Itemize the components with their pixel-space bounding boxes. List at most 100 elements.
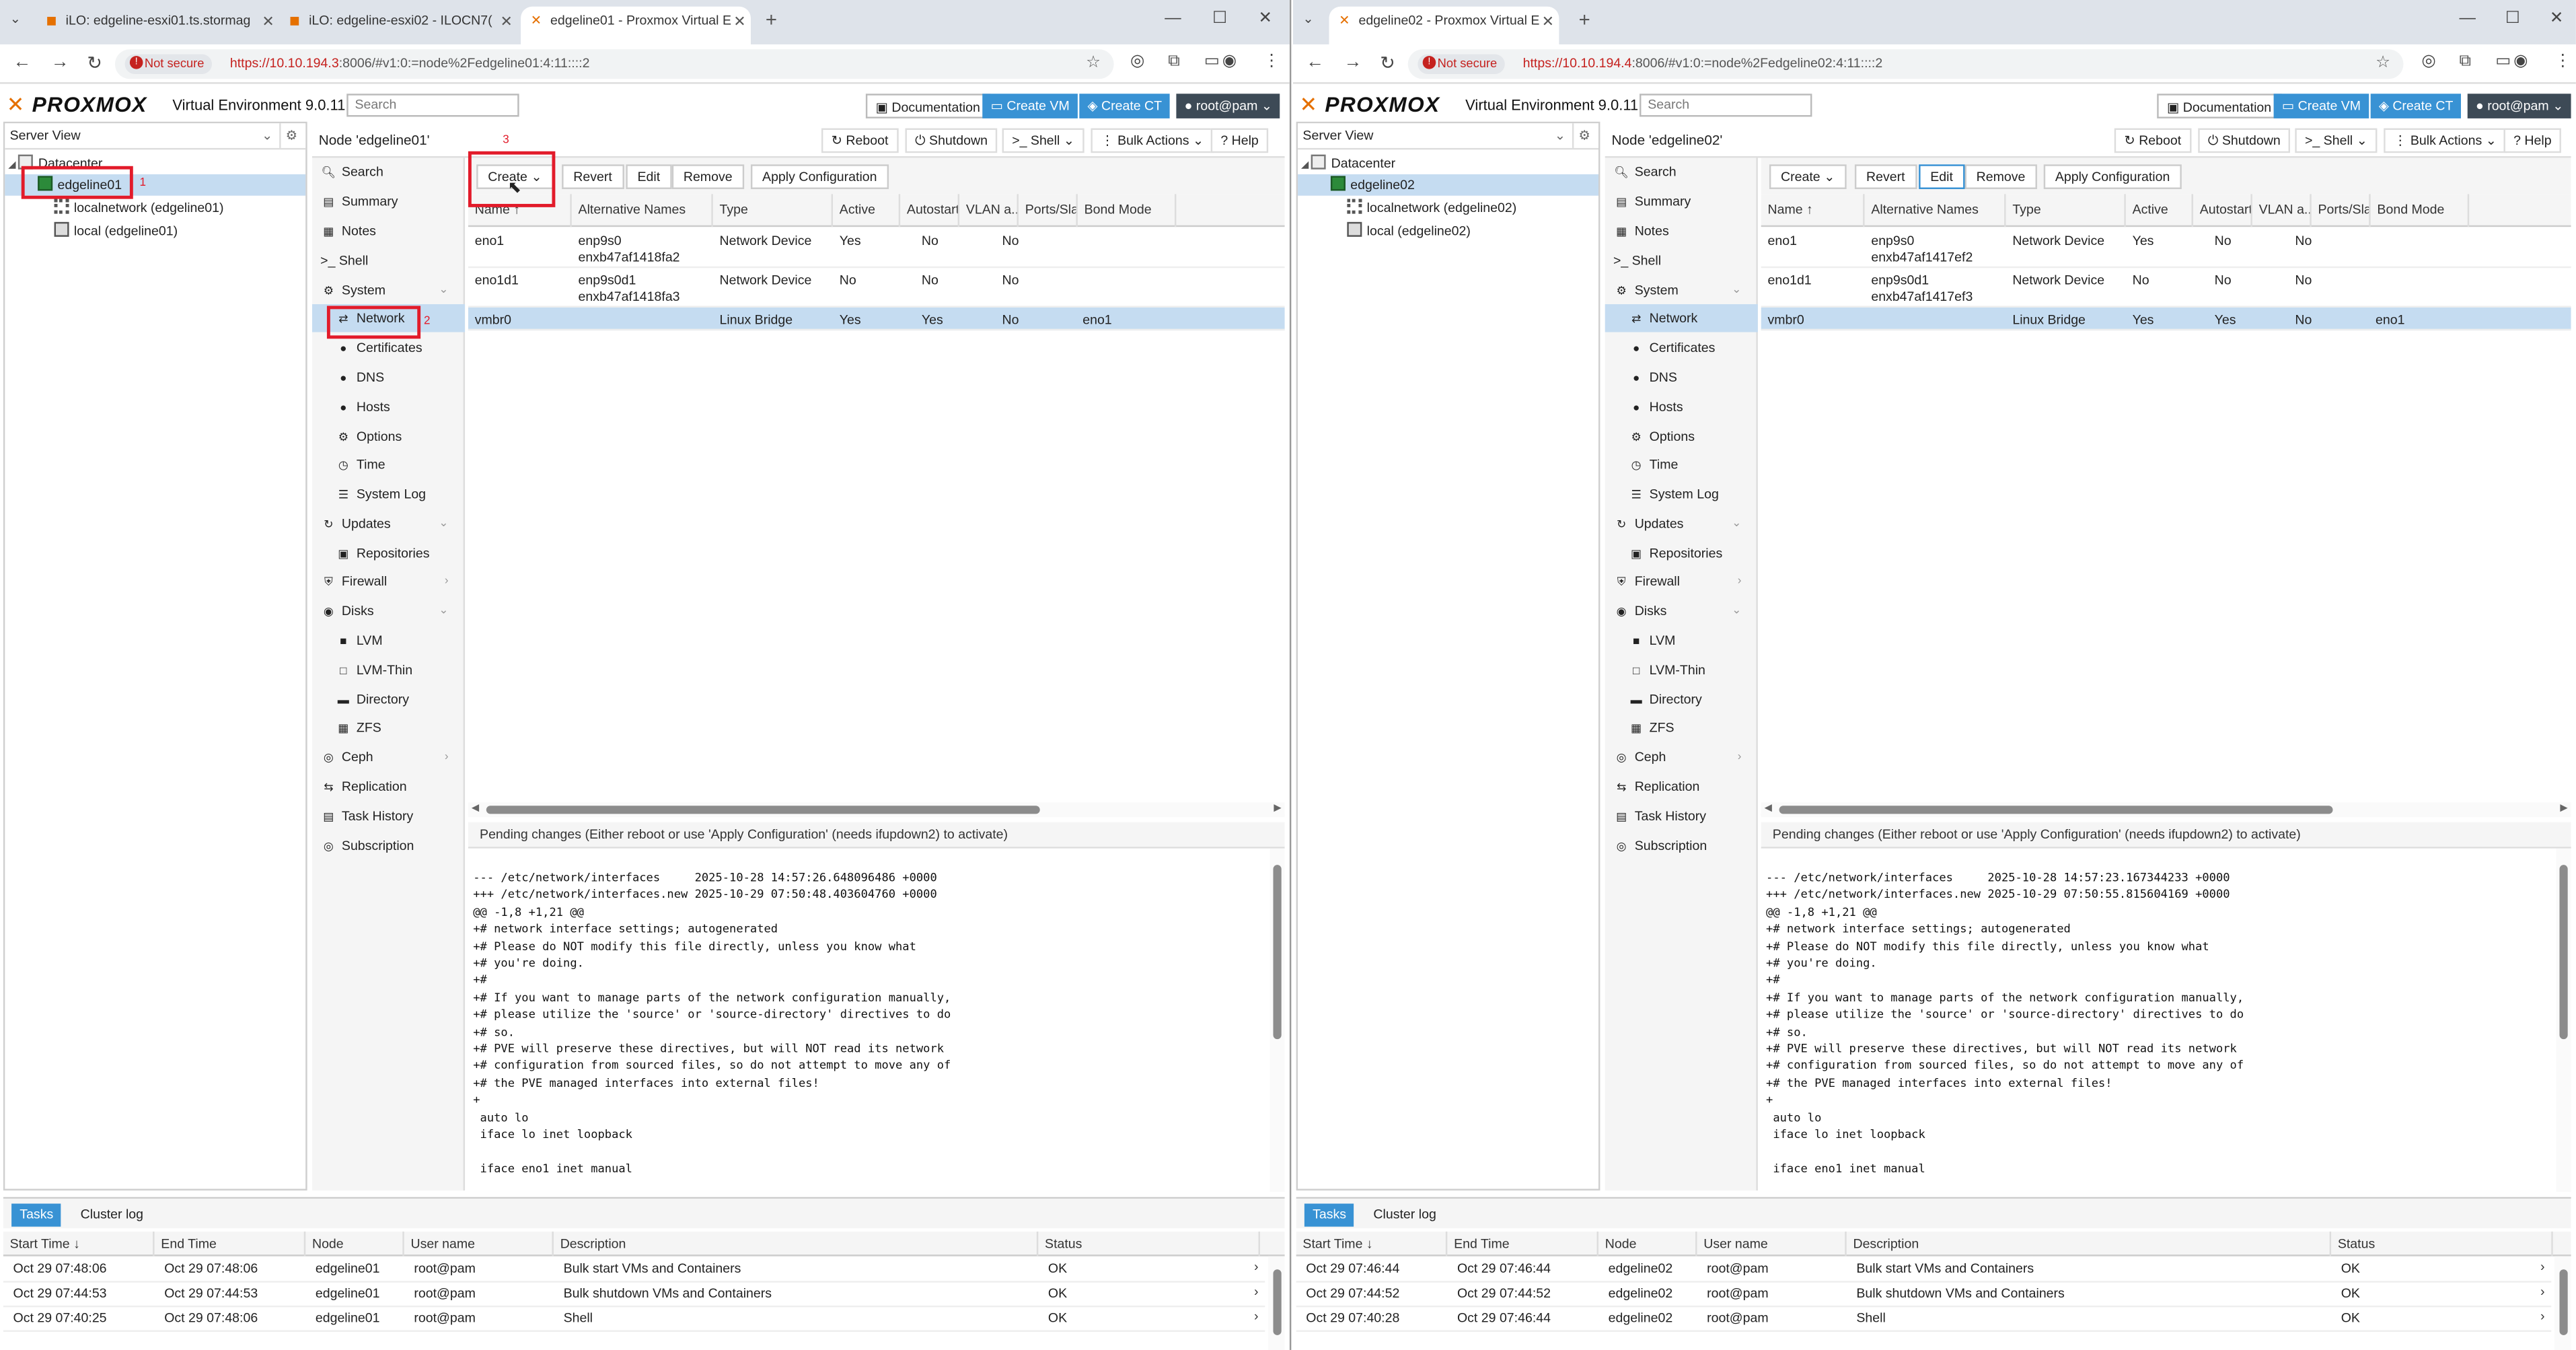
close-tab-icon[interactable]: ✕	[1542, 7, 1554, 36]
diff-vertical-scrollbar[interactable]	[2556, 848, 2571, 1193]
task-column-header[interactable]: Status	[2331, 1232, 2553, 1256]
create-button[interactable]: Create ⌄	[1769, 164, 1847, 189]
create-ct-button[interactable]: ◈ Create CT	[2370, 94, 2462, 118]
menu-item-lvm[interactable]: ■ LVM	[1605, 627, 1758, 655]
task-column-header[interactable]: Description	[1847, 1232, 2332, 1256]
task-column-header[interactable]: Start Time ↓	[1296, 1232, 1448, 1256]
menu-item-summary[interactable]: ▤ Summary	[1605, 188, 1758, 216]
menu-item-ceph[interactable]: ◎ Ceph ›	[312, 743, 465, 771]
apply-configuration-button[interactable]: Apply Configuration	[2043, 164, 2182, 189]
menu-item-ceph[interactable]: ◎ Ceph ›	[1605, 743, 1758, 771]
menu-item-system-log[interactable]: ☰ System Log	[312, 480, 465, 508]
tab-proxmox-edgeline01[interactable]: ✕ edgeline01 - Proxmox Virtual E ✕	[521, 6, 751, 44]
task-row[interactable]: Oct 29 07:40:28 Oct 29 07:46:44 edgeline02…	[1296, 1307, 2552, 1333]
reload-icon[interactable]: ↻	[1380, 52, 1395, 74]
extensions-puzzle-icon[interactable]: ⧉	[1168, 52, 1179, 71]
grid-horizontal-scrollbar[interactable]: ◀ ▶	[1761, 802, 2571, 818]
menu-item-shell[interactable]: >_ Shell	[312, 246, 465, 275]
grid-horizontal-scrollbar[interactable]: ◀ ▶	[468, 802, 1285, 818]
profile-avatar-icon[interactable]: ◉	[2513, 52, 2528, 71]
task-row[interactable]: Oct 29 07:46:44 Oct 29 07:46:44 edgeline02…	[1296, 1258, 2552, 1283]
menu-item-hosts[interactable]: ● Hosts	[1605, 393, 1758, 421]
menu-item-system-log[interactable]: ☰ System Log	[1605, 480, 1758, 508]
column-header[interactable]: Active	[833, 194, 901, 227]
menu-item-subscription[interactable]: ◎ Subscription	[312, 832, 465, 860]
chevron-down-icon[interactable]: ⌄	[1732, 276, 1741, 304]
create-vm-button[interactable]: ▭ Create VM	[982, 94, 1078, 118]
column-header[interactable]: Type	[2006, 194, 2126, 227]
tab-tasks[interactable]: Tasks	[1304, 1203, 1355, 1227]
column-header[interactable]: Ports/Slaves	[1019, 194, 1078, 227]
extension-icon[interactable]: ◎	[1130, 52, 1144, 71]
edit-button[interactable]: Edit	[1919, 164, 1965, 189]
menu-item-disks[interactable]: ◉ Disks ⌄	[1605, 597, 1758, 625]
tree-localnetwork[interactable]: localnetwork (edgeline02)	[1347, 197, 1516, 219]
edit-button[interactable]: Edit	[626, 164, 672, 189]
shell-button[interactable]: >_ Shell ⌄	[1002, 128, 1084, 153]
tab-search-icon[interactable]: ⌄	[1302, 11, 1313, 26]
column-header[interactable]: Bond Mode	[1078, 194, 1177, 227]
menu-item-task-history[interactable]: ▤ Task History	[312, 802, 465, 830]
column-header[interactable]: Ports/Slaves	[2312, 194, 2371, 227]
menu-item-zfs[interactable]: ▦ ZFS	[312, 713, 465, 742]
forward-icon[interactable]: →	[1344, 52, 1362, 72]
gear-icon[interactable]: ⚙	[279, 123, 302, 148]
tab-tasks[interactable]: Tasks	[11, 1203, 62, 1227]
task-column-header[interactable]: Node	[305, 1232, 404, 1256]
user-menu-button[interactable]: ● root@pam ⌄	[1176, 94, 1281, 118]
not-secure-badge[interactable]: Not secure	[1418, 54, 1506, 74]
chevron-down-icon[interactable]: ⌄	[1732, 509, 1741, 538]
network-row[interactable]: eno1 enp9s0 enxb47af1417ef2 Network Device Y…	[1761, 229, 2571, 269]
menu-item-replication[interactable]: ⇆ Replication	[312, 773, 465, 801]
documentation-button[interactable]: ▣ Documentation	[2157, 94, 2281, 118]
close-tab-icon[interactable]: ✕	[500, 7, 512, 36]
column-header[interactable]: VLAN a...	[2252, 194, 2312, 227]
menu-item-search[interactable]: 🔍︎ Search	[312, 158, 465, 186]
column-header[interactable]: Autostart	[900, 194, 960, 227]
tree-datacenter[interactable]: ◢ Datacenter	[1301, 153, 1395, 174]
menu-item-task-history[interactable]: ▤ Task History	[1605, 802, 1758, 830]
close-window-icon[interactable]: ✕	[1258, 10, 1272, 28]
tree-localnetwork[interactable]: localnetwork (edgeline01)	[54, 197, 224, 219]
menu-item-repositories[interactable]: ▣ Repositories	[1605, 539, 1758, 567]
tab-proxmox-edgeline02[interactable]: ✕ edgeline02 - Proxmox Virtual E ✕	[1329, 6, 1559, 44]
task-column-header[interactable]: Start Time ↓	[3, 1232, 155, 1256]
gear-icon[interactable]: ⚙	[1572, 123, 1595, 148]
remove-button[interactable]: Remove	[671, 164, 744, 189]
task-vertical-scrollbar[interactable]	[1268, 1256, 1285, 1350]
network-row[interactable]: vmbr0 Linux Bridge Yes Yes No eno1	[468, 307, 1285, 331]
back-icon[interactable]: ←	[13, 52, 32, 72]
menu-item-certificates[interactable]: ● Certificates	[1605, 334, 1758, 362]
server-view-select[interactable]: Server View ⌄ ⚙	[5, 123, 306, 150]
chevron-down-icon[interactable]: ⌄	[1732, 597, 1741, 625]
menu-item-directory[interactable]: ▬ Directory	[312, 686, 465, 714]
browser-menu-icon[interactable]: ⋮	[1263, 52, 1280, 71]
task-column-header[interactable]: Node	[1598, 1232, 1697, 1256]
extension-icon[interactable]: ◎	[2421, 52, 2435, 71]
new-tab-icon[interactable]: +	[766, 8, 777, 31]
column-header[interactable]: Active	[2126, 194, 2193, 227]
profile-avatar-icon[interactable]: ◉	[1222, 52, 1237, 71]
menu-item-firewall[interactable]: ⛨ Firewall ›	[312, 567, 465, 596]
task-column-header[interactable]: Status	[1038, 1232, 1260, 1256]
help-button[interactable]: ? Help	[2503, 128, 2562, 153]
chevron-right-icon[interactable]: ›	[1738, 567, 1742, 596]
menu-item-network[interactable]: ⇄ Network	[1605, 304, 1758, 332]
close-tab-icon[interactable]: ✕	[262, 7, 274, 36]
menu-item-zfs[interactable]: ▦ ZFS	[1605, 713, 1758, 742]
diff-vertical-scrollbar[interactable]	[1269, 848, 1285, 1193]
menu-item-shell[interactable]: >_ Shell	[1605, 246, 1758, 275]
menu-item-firewall[interactable]: ⛨ Firewall ›	[1605, 567, 1758, 596]
menu-item-notes[interactable]: ▦ Notes	[312, 217, 465, 246]
chevron-right-icon[interactable]: ›	[445, 743, 449, 771]
create-vm-button[interactable]: ▭ Create VM	[2273, 94, 2369, 118]
tree-datacenter[interactable]: ◢ Datacenter	[8, 153, 102, 174]
menu-item-time[interactable]: ◷ Time	[312, 450, 465, 478]
split-view-icon[interactable]: ▭	[1204, 52, 1220, 71]
shell-button[interactable]: >_ Shell ⌄	[2295, 128, 2378, 153]
menu-item-hosts[interactable]: ● Hosts	[312, 393, 465, 421]
forward-icon[interactable]: →	[51, 52, 69, 72]
menu-item-lvm-thin[interactable]: □ LVM-Thin	[312, 656, 465, 684]
menu-item-repositories[interactable]: ▣ Repositories	[312, 539, 465, 567]
chevron-down-icon[interactable]: ⌄	[439, 597, 448, 625]
